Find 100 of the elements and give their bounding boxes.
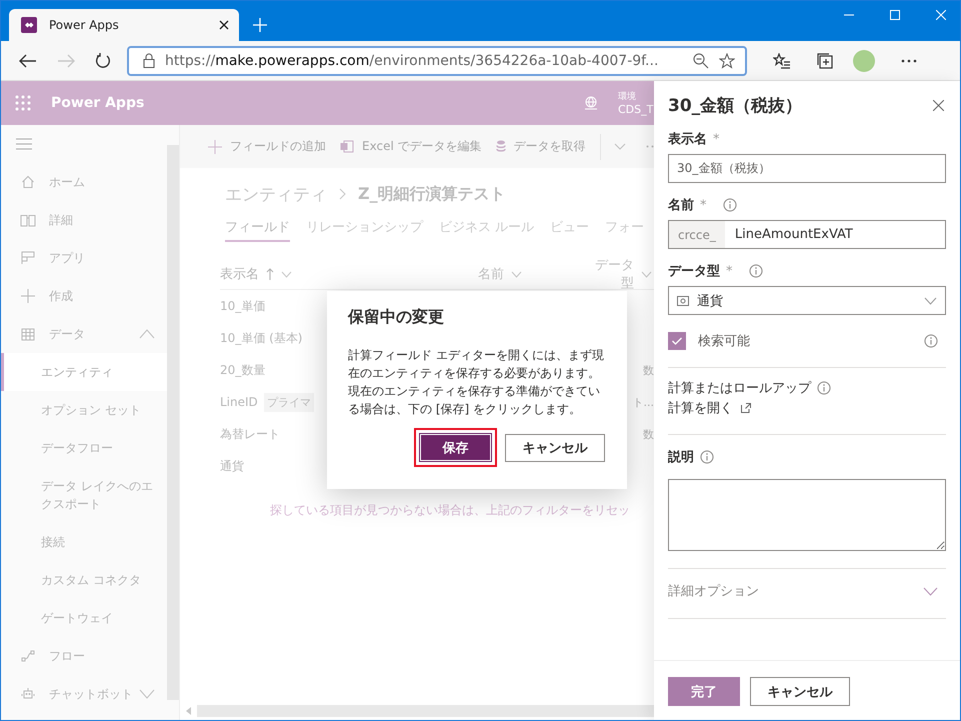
table-cell: LineID (220, 395, 258, 409)
app-logo-icon (21, 17, 37, 33)
nav-subitem[interactable]: データフロー (1, 429, 167, 467)
info-icon (700, 450, 714, 464)
table-cell: 数 (643, 362, 654, 378)
column-header[interactable]: 名前 (478, 265, 504, 283)
data-type-dropdown[interactable]: 通貨 (668, 286, 946, 315)
table-cell: 20_数量 (220, 362, 266, 378)
checkbox-label: 検索可能 (698, 333, 750, 350)
panel-title: 30_金額（税抜） (668, 94, 802, 116)
spreadsheet-icon (340, 140, 354, 153)
back-arrow-icon[interactable] (19, 54, 37, 68)
dialog-title: 保留中の変更 (348, 307, 445, 328)
nav-subitem[interactable]: カスタム コネクタ (1, 561, 167, 599)
database-icon (496, 140, 506, 153)
app-title: Power Apps (51, 95, 144, 111)
external-link-icon (741, 403, 751, 413)
column-header[interactable]: 表示名 (220, 265, 259, 283)
required-mark: * (726, 264, 732, 278)
info-icon (748, 264, 762, 278)
close-icon[interactable] (219, 20, 229, 30)
nav-subitem[interactable]: ゲートウェイ (1, 599, 167, 637)
display-name-field[interactable]: 30_金額（税抜） (668, 154, 946, 183)
plus-icon (21, 289, 35, 303)
nav-item[interactable]: 詳細 (1, 201, 167, 239)
nav-item[interactable]: チャットボット (1, 675, 167, 713)
info-icon (722, 198, 736, 212)
command-button[interactable]: フィールドの追加 (208, 138, 326, 155)
advanced-options-toggle[interactable]: 詳細オプション (668, 569, 946, 601)
table-icon (21, 328, 35, 340)
book-icon (20, 214, 36, 226)
nav-subitem[interactable]: エンティティ (1, 353, 167, 391)
dialog-message: 計算フィールド エディターを開くには、まず現在のエンティティを保存する必要があります。現在のエンティティを保存する準備ができている場合は、下の [保存] をクリックします。 (348, 347, 605, 418)
field-label: 名前 (668, 197, 694, 214)
command-button[interactable]: Excel でデータを編集 (340, 138, 482, 155)
done-button[interactable]: 完了 (668, 677, 740, 706)
breadcrumb-current: Z_明細行演算テスト (358, 184, 506, 204)
nav-subitem[interactable]: 接続 (1, 523, 167, 561)
checkbox[interactable] (668, 332, 686, 350)
field-label: 表示名 (668, 131, 707, 148)
zoom-icon[interactable] (693, 52, 709, 68)
nav-item[interactable]: 作成 (1, 277, 167, 315)
app-icon (21, 251, 35, 265)
new-tab-icon[interactable] (253, 18, 267, 32)
favorites-icon[interactable] (773, 52, 791, 68)
name-field[interactable]: crcce_ LineAmountExVAT (668, 220, 946, 249)
globe-icon (584, 96, 598, 110)
table-cell: 10_単価 (基本) (220, 330, 302, 346)
nav-item[interactable]: フロー (1, 637, 167, 675)
tab-title: Power Apps (49, 18, 120, 32)
money-icon (677, 296, 689, 306)
open-calculation-link[interactable]: 計算を開く (668, 399, 733, 417)
field-label: 説明 (668, 449, 694, 466)
nav-subitem[interactable]: データ レイクへのエクスポート (1, 467, 167, 523)
chevron-down-icon (641, 270, 652, 278)
refresh-icon[interactable] (95, 52, 111, 68)
scroll-left-icon (186, 707, 191, 715)
table-cell: 通貨 (220, 458, 244, 474)
nav-item[interactable]: ホーム (1, 163, 167, 201)
more-icon[interactable] (901, 58, 917, 62)
chevron-right-icon (339, 188, 346, 200)
home-icon (21, 175, 35, 189)
cancel-button[interactable]: キャンセル (750, 677, 850, 706)
column-header[interactable]: データ型 (586, 256, 634, 292)
field-label: データ型 (668, 263, 720, 280)
sort-arrow-icon (266, 268, 274, 280)
chevron-down-icon (614, 143, 626, 150)
robot-icon (21, 687, 35, 701)
chevron-down-icon (511, 270, 522, 278)
section-label: 計算またはロールアップ (668, 380, 811, 397)
flow-icon (21, 650, 35, 662)
environment-name: CDS_T (618, 103, 654, 116)
browser-tab[interactable]: Power Apps (9, 9, 239, 41)
url-text: https://make.powerapps.com/environments/3654226a-10ab-4007-9f... (165, 52, 660, 68)
empty-message: 探している項目が見つからない場合は、上記のフィルターをリセッ (269, 502, 631, 519)
command-button[interactable]: データを取得 (496, 138, 586, 155)
nav-item[interactable]: アプリ (1, 239, 167, 277)
description-field[interactable] (668, 479, 946, 551)
table-cell: ト... (632, 394, 654, 410)
lock-icon (143, 53, 155, 68)
star-icon[interactable] (719, 52, 735, 68)
address-field[interactable]: https://make.powerapps.com/environments/3654226a-10ab-4007-9f... (127, 46, 747, 76)
info-icon (924, 334, 938, 348)
environment-label: 環境 (618, 90, 637, 103)
chevron-down-icon (281, 270, 292, 278)
maximize-icon[interactable] (890, 10, 900, 20)
plus-icon (208, 140, 222, 154)
tab[interactable]: フィールド (225, 218, 290, 242)
nav-subitem[interactable]: オプション セット (1, 391, 167, 429)
table-cell: 数 (643, 426, 654, 442)
name-prefix: crcce_ (669, 221, 725, 248)
required-mark: * (700, 198, 706, 212)
collections-icon[interactable] (817, 52, 833, 68)
required-mark: * (713, 132, 720, 146)
cancel-button[interactable]: キャンセル (505, 434, 605, 462)
nav-item[interactable]: データ (1, 315, 167, 353)
info-icon (817, 381, 831, 395)
table-cell: 為替レート (220, 426, 280, 442)
chevron-down-icon (924, 296, 937, 304)
save-button[interactable]: 保存 (420, 434, 491, 461)
